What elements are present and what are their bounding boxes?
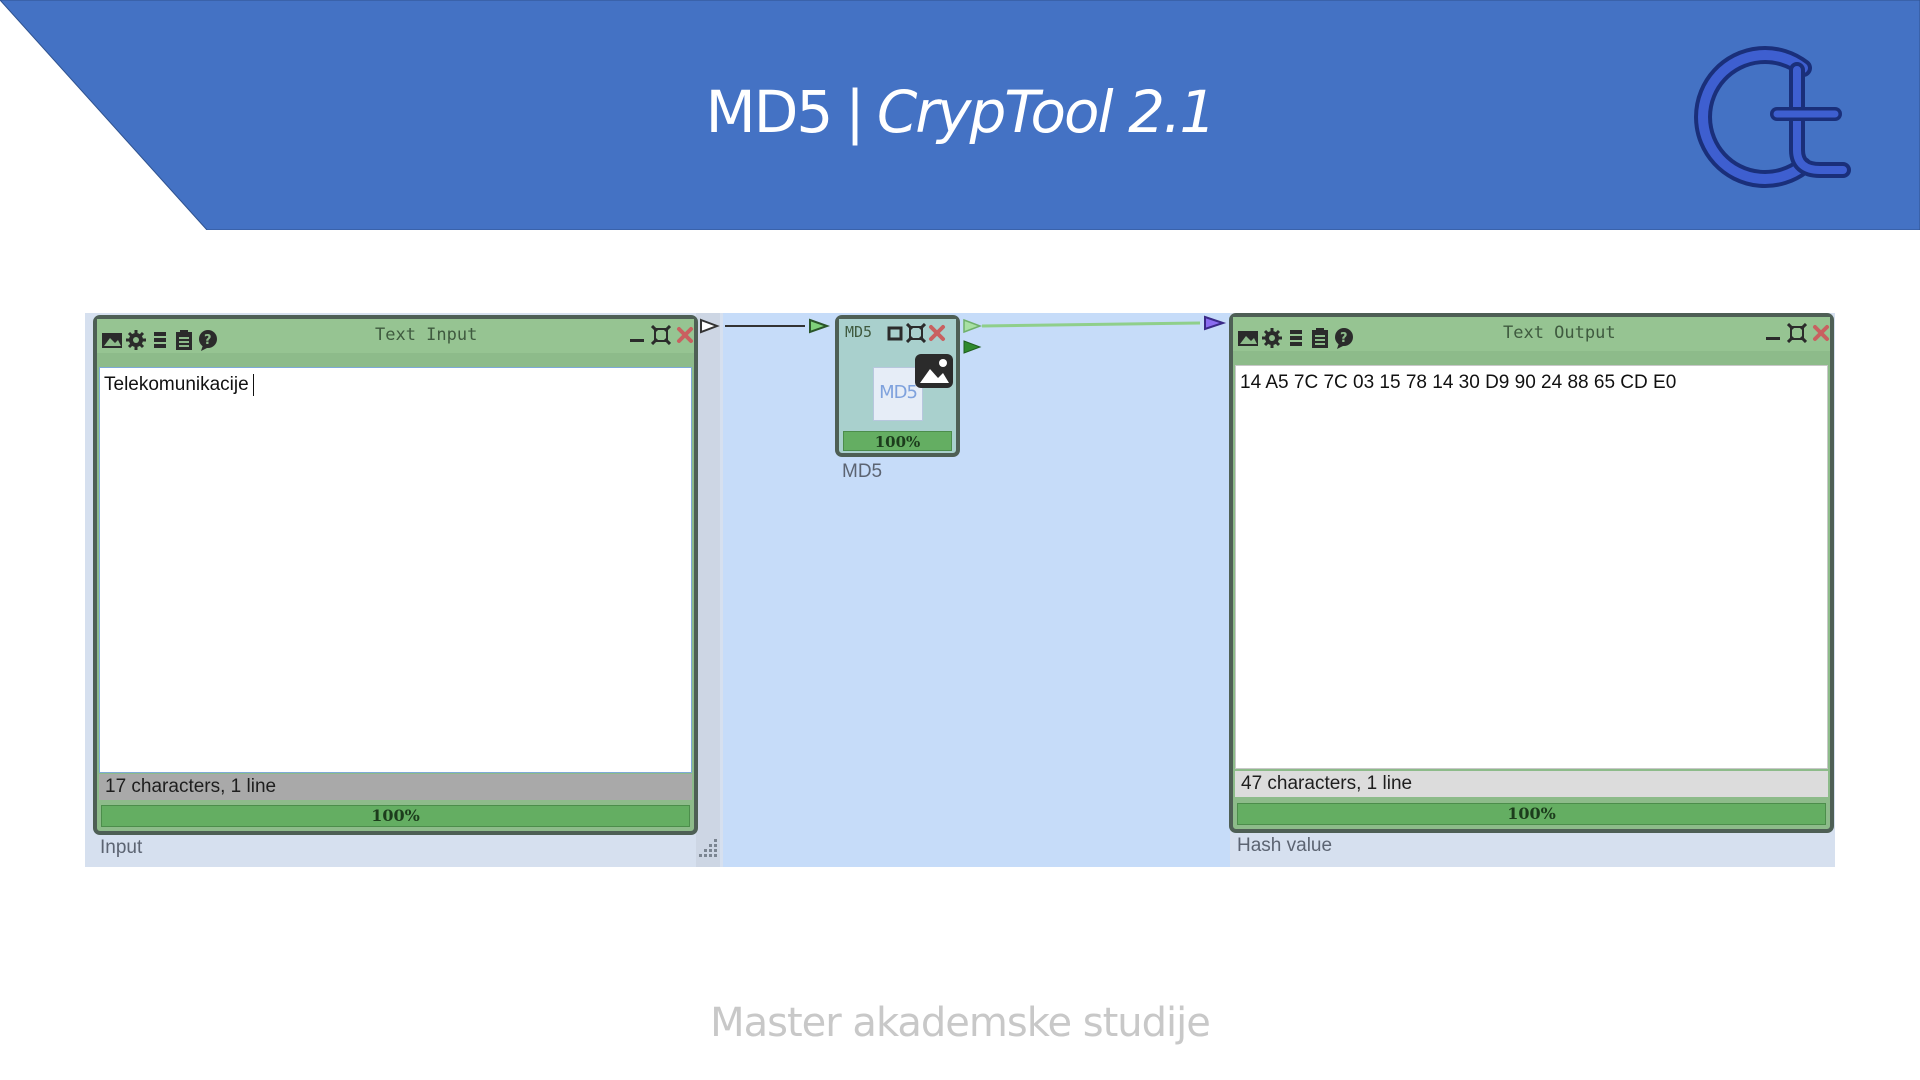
minimize-icon[interactable]	[885, 323, 905, 343]
text-output-header: ? Text Output	[1233, 317, 1830, 351]
maximize-icon[interactable]	[1787, 323, 1807, 343]
log-icon[interactable]	[1285, 327, 1307, 349]
text-output-content: 14 A5 7C 7C 03 15 78 14 30 D9 90 24 88 6…	[1240, 372, 1677, 393]
presentation-icon[interactable]	[1237, 327, 1259, 349]
output-connector-arrow	[1204, 315, 1227, 331]
md5-caption: MD5	[842, 461, 883, 482]
text-caret	[252, 374, 254, 396]
md5-output-connection	[981, 321, 1201, 328]
title-subtitle: CrypTool 2.1	[876, 78, 1217, 146]
presentation-icon[interactable]	[914, 353, 954, 389]
footer-text: Master akademske studije	[710, 1000, 1211, 1046]
presentation-icon[interactable]	[101, 329, 123, 351]
svg-text:?: ?	[204, 333, 212, 348]
data-icon[interactable]	[173, 329, 195, 351]
settings-icon[interactable]	[1261, 327, 1283, 349]
maximize-icon[interactable]	[906, 323, 926, 343]
close-icon[interactable]	[675, 325, 695, 345]
text-output-toolbar: ?	[1237, 327, 1355, 349]
text-input-header: ? Text Input	[97, 319, 694, 353]
text-input-window-controls	[627, 325, 695, 345]
maximize-icon[interactable]	[651, 325, 671, 345]
title-separator: |	[845, 78, 864, 146]
minimize-icon[interactable]	[1763, 323, 1783, 343]
workspace-canvas[interactable]: ? Text Input Telekomunikacije 17 charact…	[85, 313, 1835, 867]
text-input-caption: Input	[100, 837, 143, 858]
text-input-toolbar: ?	[101, 329, 219, 351]
settings-icon[interactable]	[125, 329, 147, 351]
title-main: MD5	[705, 78, 834, 146]
text-output-plugin[interactable]: ? Text Output 14 A5 7C 7C 03 15 78 14 30…	[1229, 313, 1834, 833]
log-icon[interactable]	[149, 329, 171, 351]
slide-title: MD5 | CrypTool 2.1	[0, 78, 1920, 146]
help-icon[interactable]: ?	[1333, 327, 1355, 349]
text-input-field[interactable]: Telekomunikacije	[99, 367, 692, 773]
text-output-caption: Hash value	[1237, 835, 1333, 856]
text-input-progress: 100%	[101, 805, 690, 827]
md5-secondary-connector	[963, 340, 982, 354]
minimize-icon[interactable]	[627, 325, 647, 345]
md5-title: MD5	[845, 323, 873, 341]
text-output-title: Text Output	[1503, 323, 1616, 343]
md5-output-connector	[963, 318, 983, 334]
input-connector-arrow	[700, 318, 720, 334]
md5-header: MD5	[839, 319, 956, 349]
text-output-progress: 100%	[1237, 803, 1826, 825]
svg-text:?: ?	[1340, 331, 1348, 346]
text-input-title: Text Input	[375, 325, 478, 345]
md5-plugin[interactable]: MD5 MD5 100%	[835, 315, 960, 457]
resize-grip-icon[interactable]	[698, 837, 720, 861]
text-output-window-controls	[1763, 323, 1831, 343]
cryptool-logo-icon	[1685, 40, 1865, 190]
md5-input-connector	[809, 318, 831, 334]
help-icon[interactable]: ?	[197, 329, 219, 351]
text-input-status: 17 characters, 1 line	[99, 774, 692, 800]
md5-window-controls	[885, 323, 947, 343]
text-output-status: 47 characters, 1 line	[1235, 771, 1828, 797]
data-icon[interactable]	[1309, 327, 1331, 349]
text-output-field[interactable]: 14 A5 7C 7C 03 15 78 14 30 D9 90 24 88 6…	[1235, 365, 1828, 769]
text-input-content: Telekomunikacije	[104, 374, 249, 396]
md5-progress: 100%	[843, 431, 952, 451]
text-input-plugin[interactable]: ? Text Input Telekomunikacije 17 charact…	[93, 315, 698, 835]
close-icon[interactable]	[927, 323, 947, 343]
close-icon[interactable]	[1811, 323, 1831, 343]
